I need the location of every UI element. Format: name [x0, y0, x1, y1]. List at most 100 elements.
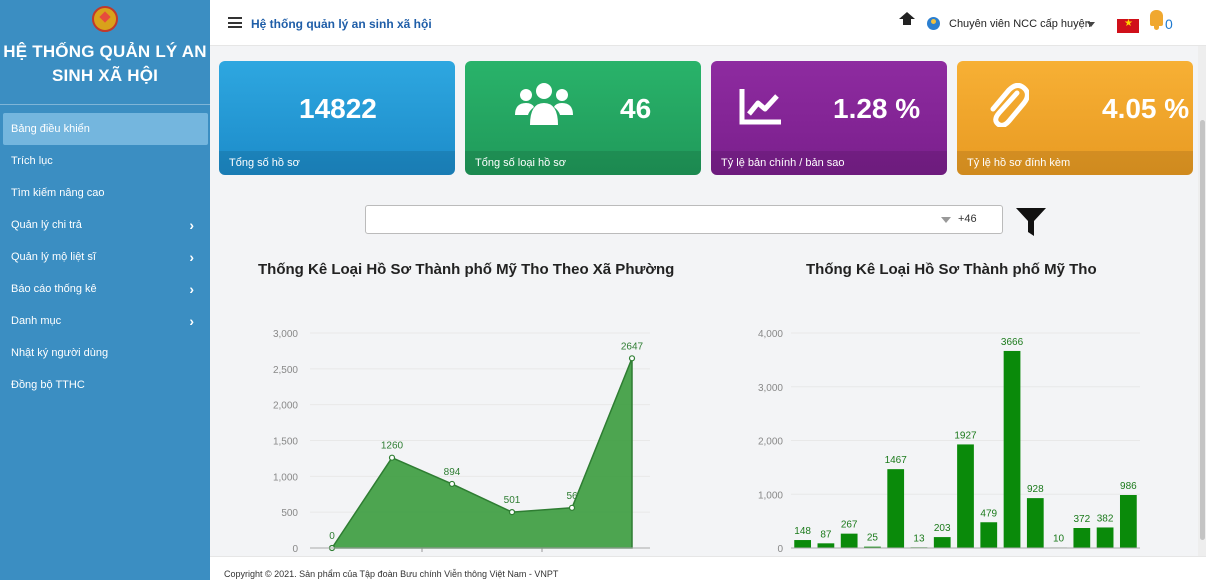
data-label: 894 [444, 467, 461, 478]
stat-label: Tỷ lệ hồ sơ đính kèm [957, 151, 1193, 175]
notification-count: 0 [1165, 16, 1173, 32]
sidebar-item-reports[interactable]: Báo cáo thống kê › [0, 273, 210, 305]
sidebar: HỆ THỐNG QUẢN LÝ AN SINH XÃ HỘI Bảng điề… [0, 0, 210, 580]
sidebar-divider [0, 104, 210, 105]
menu-toggle-icon[interactable] [228, 17, 242, 28]
app-title: HỆ THỐNG QUẢN LÝ AN SINH XÃ HỘI [3, 42, 207, 85]
sidebar-item-payments[interactable]: Quản lý chi trả › [0, 209, 210, 241]
sidebar-item-label: Báo cáo thống kê [11, 283, 97, 295]
data-label: 13 [913, 533, 925, 544]
sidebar-item-extract[interactable]: Trích lục [0, 145, 210, 177]
copyright-footer: Copyright © 2021. Sản phẩm của Tập đoàn … [210, 556, 1206, 580]
data-label: 10 [1053, 533, 1065, 544]
data-label: 0 [329, 531, 335, 542]
filter-icon[interactable] [1015, 207, 1047, 237]
data-label: 1927 [954, 430, 977, 441]
sidebar-item-label: Nhật ký người dùng [11, 347, 109, 359]
bar [1073, 528, 1091, 548]
bar-chart-city-stats: 0 1,000 2,000 3,000 4,000 148 87 267 25 1467 13 203… [758, 329, 1140, 555]
selected-count-badge: +46 [958, 213, 977, 225]
chart-title-ward-stats: Thống Kê Loại Hồ Sơ Thành phố Mỹ Tho The… [258, 261, 675, 278]
paperclip-icon [990, 83, 1029, 127]
chevron-right-icon: › [189, 249, 194, 265]
chart-title-city-stats: Thống Kê Loại Hồ Sơ Thành phố Mỹ Tho [806, 261, 1097, 278]
bar [933, 537, 951, 548]
stat-card-attachment-ratio: 4.05 % Tỷ lệ hồ sơ đính kèm [957, 61, 1193, 175]
y-tick-label: 0 [777, 544, 783, 555]
chevron-right-icon: › [189, 217, 194, 233]
y-tick-label: 0 [292, 544, 298, 555]
sidebar-item-label: Quản lý chi trả [11, 219, 82, 231]
stat-card-record-types: 46 Tổng số loại hồ sơ [465, 61, 701, 175]
data-label: 267 [841, 520, 858, 531]
dropdown-arrow-icon[interactable] [941, 217, 951, 223]
sidebar-item-label: Quản lý mộ liệt sĩ [11, 251, 96, 263]
stat-card-total-records: 14822 Tổng số hồ sơ [219, 61, 455, 175]
chart-line-icon [739, 89, 781, 125]
topbar: Hệ thống quản lý an sinh xã hội Chuyên v… [210, 0, 1206, 46]
bar [980, 522, 998, 548]
stat-value: 4.05 % [1102, 93, 1190, 124]
bell-icon[interactable] [1150, 10, 1163, 30]
sidebar-item-advanced-search[interactable]: Tìm kiếm nâng cao [0, 177, 210, 209]
y-tick-label: 2,000 [758, 437, 783, 448]
data-point [448, 480, 456, 488]
stat-value: 46 [620, 93, 652, 124]
y-tick-label: 2,500 [273, 365, 298, 376]
stat-value: 1.28 % [833, 93, 921, 124]
sidebar-item-dashboard[interactable]: Bảng điều khiển [3, 113, 208, 145]
data-point [388, 454, 396, 461]
data-point [568, 504, 576, 511]
chevron-right-icon: › [189, 313, 194, 329]
topbar-title: Hệ thống quản lý an sinh xã hội [251, 17, 432, 31]
stat-label: Tổng số loại hồ sơ [465, 151, 701, 175]
bar [887, 469, 905, 548]
data-point [508, 508, 516, 516]
sidebar-item-user-log[interactable]: Nhật ký người dùng [0, 337, 210, 369]
bar [840, 533, 858, 548]
chevron-right-icon: › [189, 281, 194, 297]
emblem-logo [92, 6, 118, 32]
data-label: 203 [934, 523, 951, 534]
sidebar-item-martyr-graves[interactable]: Quản lý mộ liệt sĩ › [0, 241, 210, 273]
bar [794, 540, 812, 548]
stat-label: Tổng số hồ sơ [219, 151, 455, 175]
home-icon[interactable] [899, 12, 915, 30]
sidebar-item-catalog[interactable]: Danh mục › [0, 305, 210, 337]
y-tick-label: 1,000 [758, 490, 783, 501]
users-icon [515, 83, 573, 125]
app: HỆ THỐNG QUẢN LÝ AN SINH XÃ HỘI Bảng điề… [0, 0, 1206, 580]
data-label: 1467 [885, 455, 908, 466]
y-tick-label: 4,000 [758, 329, 783, 340]
area-chart-ward-stats: 0 500 1,000 1,500 2,000 2,500 3,000 0 1260 894 501… [273, 329, 650, 555]
bar [1096, 527, 1114, 548]
data-label: 87 [820, 529, 832, 540]
language-flag-icon[interactable] [1117, 18, 1139, 33]
data-label: 2647 [621, 341, 644, 352]
y-tick-label: 3,000 [758, 383, 783, 394]
stat-label: Tỷ lệ bản chính / bản sao [711, 151, 947, 175]
data-label: 56 [566, 491, 578, 502]
scrollbar-thumb[interactable] [1200, 120, 1205, 540]
sidebar-item-sync[interactable]: Đồng bộ TTHC [0, 369, 210, 401]
data-label: 928 [1027, 484, 1044, 495]
data-label: 501 [504, 495, 521, 506]
data-label: 479 [980, 508, 997, 519]
bar [957, 444, 974, 548]
bar [1003, 350, 1021, 548]
data-label: 1260 [381, 441, 404, 452]
data-label: 986 [1120, 481, 1137, 492]
sidebar-item-label: Bảng điều khiển [11, 123, 90, 135]
data-label: 25 [867, 533, 879, 544]
bar [1119, 495, 1137, 548]
record-type-multiselect[interactable]: +46 [365, 205, 1003, 234]
y-tick-label: 1,000 [273, 472, 298, 483]
data-label: 372 [1073, 514, 1090, 525]
user-avatar-icon[interactable] [927, 17, 940, 30]
area-series [330, 358, 633, 549]
sidebar-item-label: Đồng bộ TTHC [11, 379, 85, 391]
sidebar-item-label: Danh mục [11, 315, 62, 327]
user-menu[interactable]: Chuyên viên NCC cấp huyện [949, 18, 1091, 30]
caret-down-icon[interactable] [1087, 22, 1095, 27]
bar [817, 543, 835, 548]
